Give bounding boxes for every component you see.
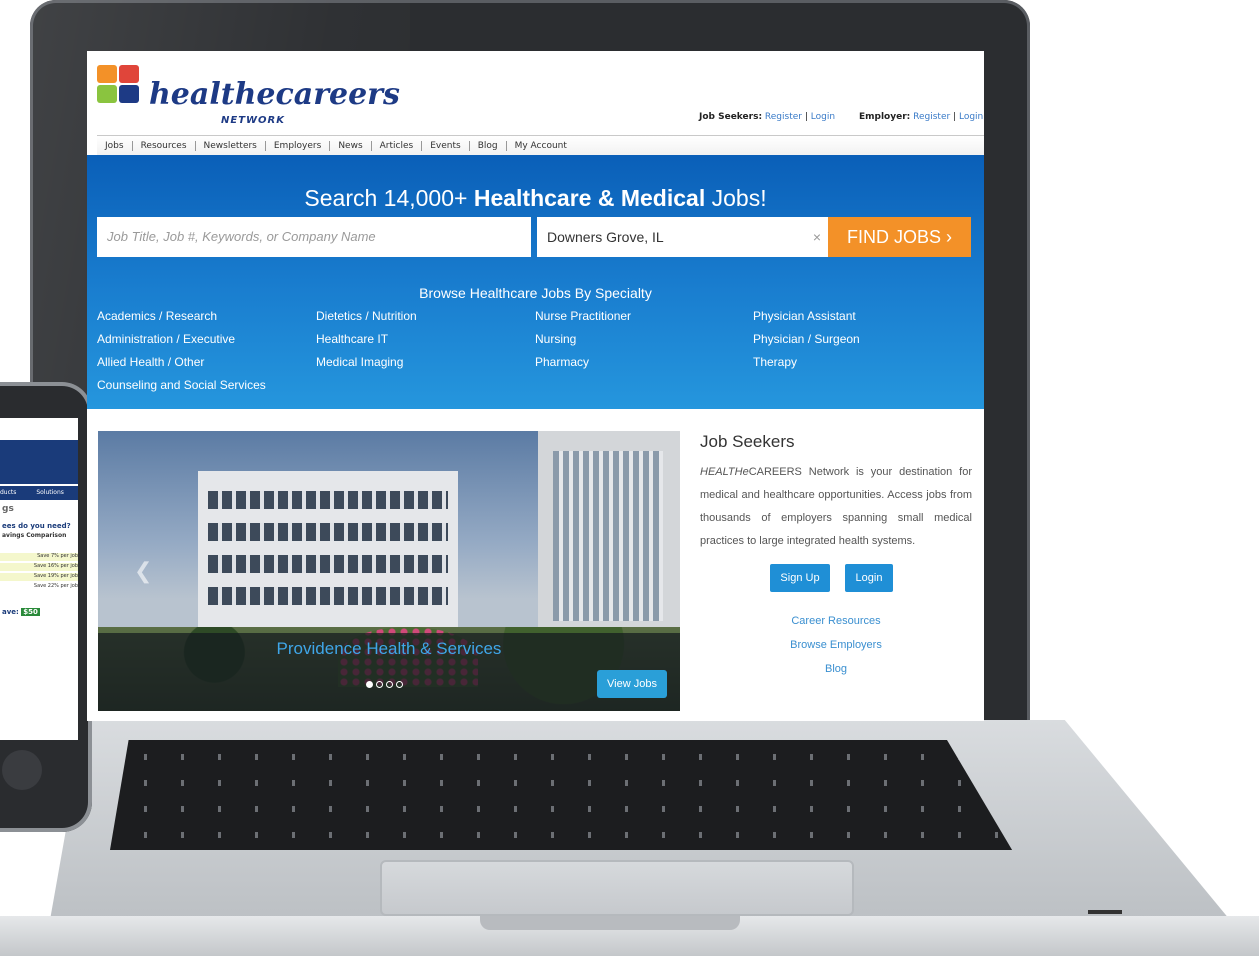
phone-row: Save 22% per job — [0, 583, 78, 591]
nav-item-news[interactable]: News — [330, 141, 372, 151]
nav-item-jobs[interactable]: Jobs — [97, 141, 133, 151]
specialty-link[interactable]: Academics / Research — [97, 309, 217, 323]
specialty-link[interactable]: Therapy — [753, 355, 797, 369]
job-seekers-links: Job Seekers: Register | Login — [699, 112, 835, 122]
job-seekers-label: Job Seekers: — [699, 112, 763, 122]
logo-text: healthecareers — [149, 77, 400, 112]
employer-slider: ❮ Providence Health & Services View Jobs — [98, 431, 680, 711]
job-seekers-description: HEALTHeCAREERS Network is your destinati… — [700, 461, 972, 553]
specialty-link[interactable]: Nurse Practitioner — [535, 309, 631, 323]
nav-item-employers[interactable]: Employers — [266, 141, 331, 151]
slider-dot[interactable] — [396, 681, 403, 688]
nav-item-articles[interactable]: Articles — [372, 141, 423, 151]
building-windows — [553, 451, 663, 621]
specialty-link[interactable]: Healthcare IT — [316, 332, 388, 346]
laptop-base — [0, 720, 1259, 956]
separator: | — [953, 112, 957, 122]
laptop-led — [1088, 910, 1122, 914]
login-button[interactable]: Login — [845, 564, 893, 592]
phone-row: Save 7% per job — [0, 553, 78, 561]
phone-nav-item: Solutions — [36, 489, 64, 496]
phone-home-button — [2, 750, 42, 790]
find-jobs-button[interactable]: FIND JOBS › — [828, 217, 971, 257]
nav-item-newsletters[interactable]: Newsletters — [196, 141, 266, 151]
specialty-link[interactable]: Dietetics / Nutrition — [316, 309, 417, 323]
job-seekers-login-link[interactable]: Login — [811, 112, 835, 122]
location-value: Downers Grove, IL — [547, 229, 664, 245]
phone-device: ducts Solutions gs ees do you need? avin… — [0, 382, 92, 832]
browse-specialty-title: Browse Healthcare Jobs By Specialty — [419, 285, 652, 301]
nav-item-resources[interactable]: Resources — [133, 141, 196, 151]
phone-row: Save 16% per job — [0, 563, 78, 571]
separator: | — [804, 112, 808, 122]
hero-title-prefix: Search 14,000+ — [304, 185, 468, 211]
phone-screen: ducts Solutions gs ees do you need? avin… — [0, 418, 78, 740]
phone-row: Save 19% per job — [0, 573, 78, 581]
nav-item-my-account[interactable]: My Account — [507, 141, 575, 151]
employer-label: Employer: — [859, 112, 911, 122]
sign-up-button[interactable]: Sign Up — [770, 564, 830, 592]
specialty-link[interactable]: Administration / Executive — [97, 332, 235, 346]
laptop-keyboard — [110, 740, 1013, 850]
view-jobs-button[interactable]: View Jobs — [597, 670, 667, 698]
slider-caption[interactable]: Providence Health & Services — [98, 639, 680, 659]
slider-dot[interactable] — [366, 681, 373, 688]
key-row — [110, 780, 1013, 786]
building-windows — [208, 523, 448, 541]
description-text: Network is your destination for medical … — [700, 466, 972, 547]
phone-save-label: ave: — [2, 608, 19, 616]
employer-links: Employer: Register | Login — [859, 112, 983, 122]
nav-item-events[interactable]: Events — [422, 141, 470, 151]
key-row — [110, 832, 1013, 838]
job-seekers-register-link[interactable]: Register — [765, 112, 802, 122]
specialty-link[interactable]: Allied Health / Other — [97, 355, 204, 369]
phone-save-value: $50 — [21, 608, 40, 616]
slider-prev-icon[interactable]: ❮ — [134, 559, 152, 584]
employer-login-link[interactable]: Login — [959, 112, 983, 122]
laptop-notch — [480, 916, 740, 930]
phone-nav: ducts Solutions — [0, 486, 78, 500]
blog-link[interactable]: Blog — [700, 663, 972, 675]
phone-heading: gs — [2, 504, 14, 514]
phone-subhead: avings Comparison — [2, 532, 67, 539]
specialty-link[interactable]: Counseling and Social Services — [97, 378, 266, 392]
hero-title-emphasis: Healthcare & Medical — [473, 185, 706, 211]
logo-mark-icon — [97, 65, 147, 113]
key-row — [110, 806, 1013, 812]
browse-employers-link[interactable]: Browse Employers — [700, 639, 972, 651]
slider-dot[interactable] — [386, 681, 393, 688]
main-nav: Jobs Resources Newsletters Employers New… — [97, 135, 984, 156]
building-windows — [208, 555, 448, 573]
specialty-link[interactable]: Pharmacy — [535, 355, 589, 369]
specialty-link[interactable]: Nursing — [535, 332, 576, 346]
keyword-search-input[interactable]: Job Title, Job #, Keywords, or Company N… — [97, 217, 531, 257]
trackpad — [380, 860, 854, 916]
specialty-link[interactable]: Physician / Surgeon — [753, 332, 860, 346]
phone-question: ees do you need? — [2, 522, 71, 530]
building-windows — [208, 491, 448, 509]
career-resources-link[interactable]: Career Resources — [700, 615, 972, 627]
site-logo[interactable]: healthecareers NETWORK — [97, 65, 400, 127]
building-windows — [208, 587, 448, 605]
slider-dots — [366, 681, 403, 688]
phone-save: ave: $50 — [2, 608, 40, 616]
slider-dot[interactable] — [376, 681, 383, 688]
location-input[interactable]: Downers Grove, IL × — [537, 217, 829, 257]
website-screen: healthecareers NETWORK Job Seekers: Regi… — [87, 51, 984, 721]
brand-italic: HEALTHe — [700, 466, 749, 478]
hero-title: Search 14,000+ Healthcare & Medical Jobs… — [87, 185, 984, 212]
hero-title-suffix: Jobs! — [711, 185, 767, 211]
employer-register-link[interactable]: Register — [913, 112, 950, 122]
phone-nav-item: ducts — [0, 489, 17, 496]
key-row — [110, 754, 1013, 760]
specialty-link[interactable]: Physician Assistant — [753, 309, 856, 323]
logo-subtitle: NETWORK — [221, 115, 286, 126]
nav-item-blog[interactable]: Blog — [470, 141, 507, 151]
brand-rest: CAREERS — [748, 466, 802, 478]
specialty-link[interactable]: Medical Imaging — [316, 355, 403, 369]
clear-location-icon[interactable]: × — [813, 217, 821, 257]
job-seekers-title: Job Seekers — [700, 432, 795, 451]
search-hero: Search 14,000+ Healthcare & Medical Jobs… — [87, 155, 984, 409]
phone-banner — [0, 440, 78, 484]
